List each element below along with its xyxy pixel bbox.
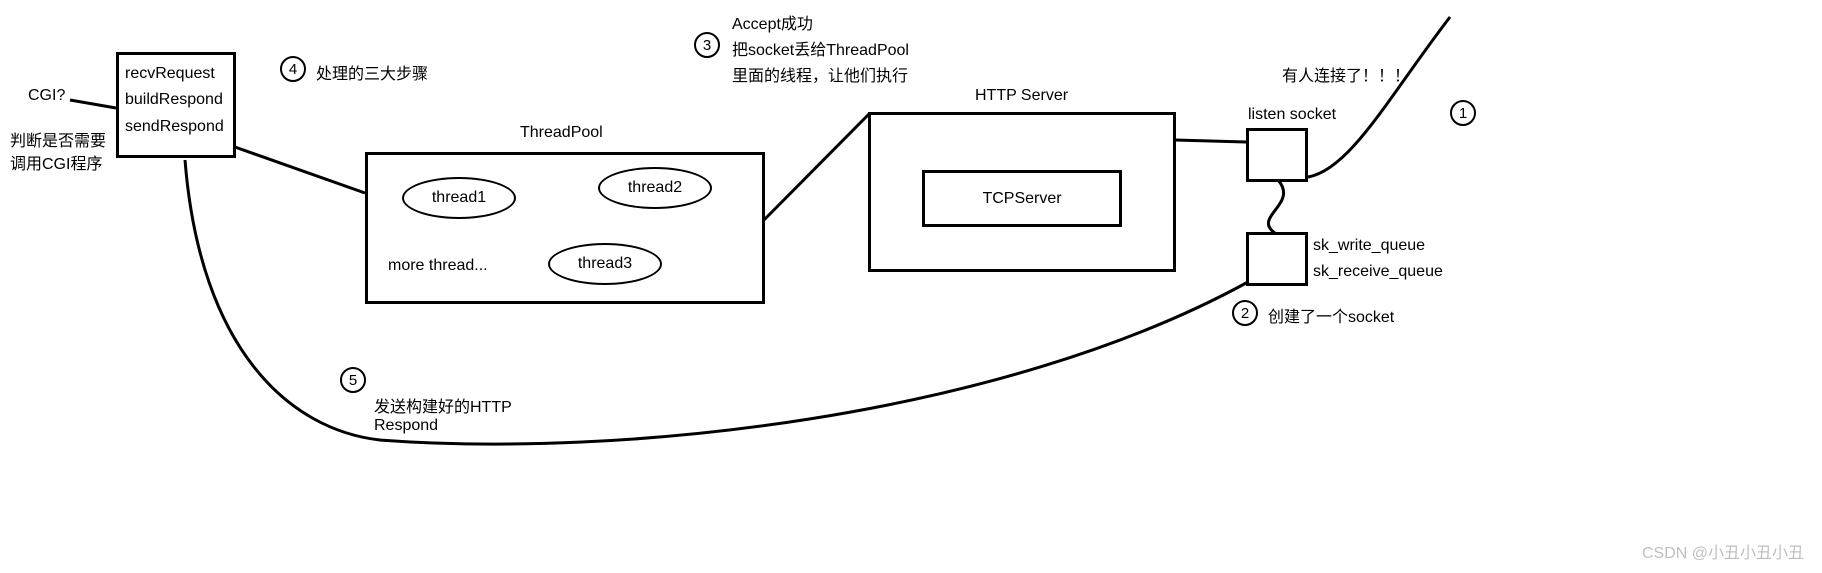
threadpool-title: ThreadPool: [520, 124, 603, 142]
http-server-title: HTTP Server: [975, 87, 1068, 105]
step-5-line1: 发送构建好的HTTP: [374, 393, 512, 417]
thread3-ellipse: thread3: [548, 243, 662, 285]
connection-msg: 有人连接了！！！: [1282, 62, 1410, 86]
handler-line1: recvRequest: [125, 61, 227, 87]
step-3-line1: Accept成功: [732, 10, 813, 34]
thread1-label: thread1: [432, 189, 486, 207]
step-5-line2: Respond: [374, 417, 438, 435]
thread2-label: thread2: [628, 179, 682, 197]
step-4-text: 处理的三大步骤: [316, 60, 428, 84]
step-1-num: 1: [1459, 105, 1467, 122]
tcp-server-label: TCPServer: [982, 190, 1061, 208]
step-1-circle: 1: [1450, 100, 1476, 126]
thread3-label: thread3: [578, 255, 632, 273]
step-5-num: 5: [349, 372, 357, 389]
queue-receive: sk_receive_queue: [1313, 263, 1443, 281]
threadpool-box: [365, 152, 765, 304]
step-4-num: 4: [289, 61, 297, 78]
connection-lines: [0, 0, 1822, 573]
step-2-circle: 2: [1232, 300, 1258, 326]
step-3-line3: 里面的线程，让他们执行: [732, 62, 908, 86]
step-4-circle: 4: [280, 56, 306, 82]
cgi-desc2: 调用CGI程序: [10, 150, 102, 174]
step-5-circle: 5: [340, 367, 366, 393]
queue-box: [1246, 232, 1308, 286]
step-2-text: 创建了一个socket: [1268, 303, 1394, 327]
thread1-ellipse: thread1: [402, 177, 516, 219]
handler-line2: buildRespond: [125, 87, 227, 113]
handler-line3: sendRespond: [125, 114, 227, 140]
watermark-text: CSDN @小丑小丑小丑: [1642, 539, 1804, 563]
step-3-line2: 把socket丢给ThreadPool: [732, 36, 909, 60]
listen-socket-label: listen socket: [1248, 106, 1336, 124]
listen-socket-box: [1246, 128, 1308, 182]
thread2-ellipse: thread2: [598, 167, 712, 209]
tcp-server-box: TCPServer: [922, 170, 1122, 227]
queue-write: sk_write_queue: [1313, 237, 1425, 255]
cgi-question: CGI?: [28, 87, 65, 105]
more-thread-label: more thread...: [388, 257, 488, 275]
step-3-num: 3: [703, 37, 711, 54]
cgi-desc1: 判断是否需要: [10, 127, 106, 151]
step-3-circle: 3: [694, 32, 720, 58]
step-2-num: 2: [1241, 305, 1249, 322]
handler-box: recvRequest buildRespond sendRespond: [116, 52, 236, 158]
